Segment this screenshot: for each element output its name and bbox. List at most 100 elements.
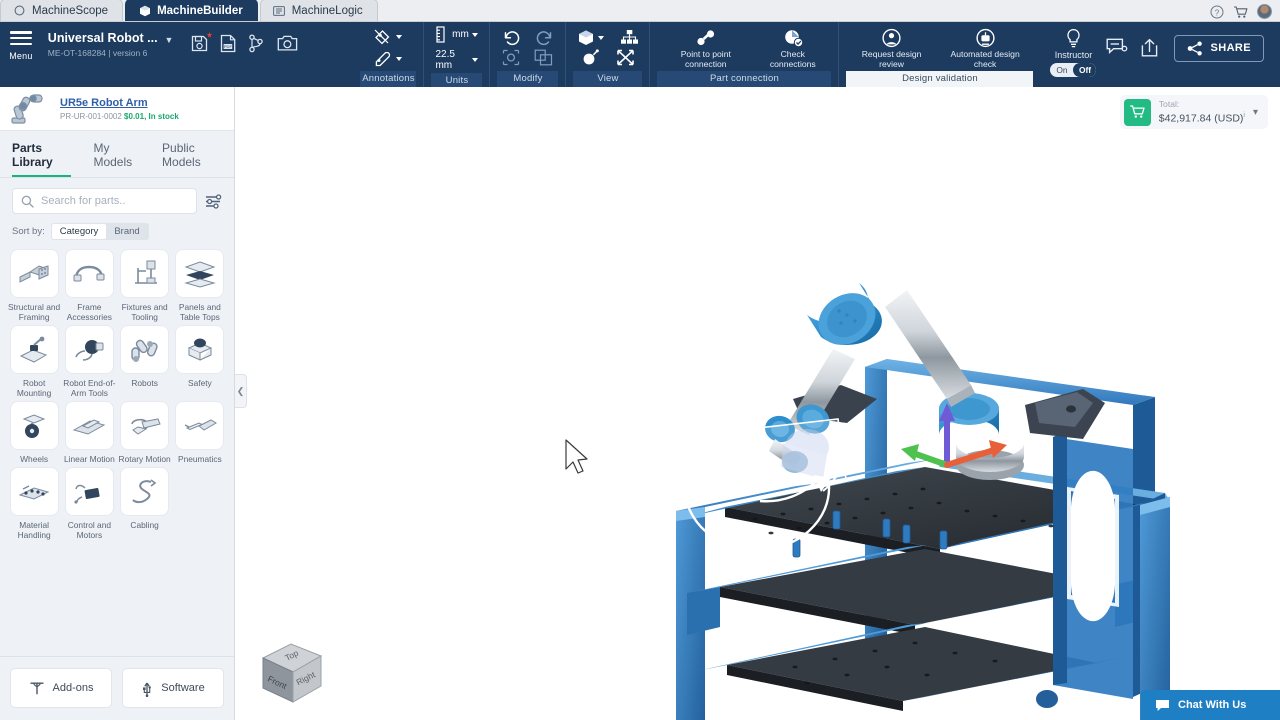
category-robot-end-of-arm-tools[interactable]: Robot End-of-Arm Tools: [63, 326, 115, 398]
menu-button[interactable]: Menu: [0, 22, 42, 61]
cart-icon[interactable]: [1233, 4, 1248, 19]
category-label: Structural and Framing: [8, 302, 61, 322]
lightbulb-icon: [1064, 28, 1083, 49]
request-design-review-button[interactable]: Request design review: [846, 25, 936, 69]
selected-part-stock: In stock: [148, 112, 179, 121]
ribbon-group-modify: Modify: [489, 22, 565, 87]
check-connections-button[interactable]: Check connections: [754, 25, 831, 69]
view-cube[interactable]: Top Front Right: [245, 630, 335, 710]
category-safety[interactable]: Safety: [174, 326, 226, 398]
3d-viewport[interactable]: Total: $42,917.84 (USD)i ▾ Top Front Rig…: [235, 87, 1280, 720]
annotation-tag-button[interactable]: [370, 27, 406, 48]
grid-size-value: 22.5 mm: [435, 49, 455, 71]
sort-option-brand[interactable]: Brand: [106, 224, 147, 239]
explode-view-button[interactable]: [581, 49, 600, 66]
category-fixtures-and-tooling[interactable]: Fixtures and Tooling: [119, 250, 171, 322]
upload-icon[interactable]: [1140, 38, 1160, 58]
category-robots[interactable]: Robots: [119, 326, 171, 398]
assembly-tree-button[interactable]: [620, 29, 639, 46]
chat-with-us-button[interactable]: Chat With Us: [1141, 690, 1280, 720]
duplicate-button[interactable]: [534, 49, 553, 66]
export-pdf-icon[interactable]: PDF: [219, 34, 239, 54]
robots-icon: [121, 326, 169, 373]
filter-sliders-icon[interactable]: [205, 193, 222, 210]
chevron-down-icon[interactable]: ▼: [165, 35, 174, 45]
chevron-down-icon[interactable]: ▾: [1253, 107, 1258, 118]
category-structural-and-framing[interactable]: Structural and Framing: [8, 250, 60, 322]
tab-machinescope[interactable]: MachineScope: [0, 0, 124, 21]
share-button[interactable]: SHARE: [1174, 34, 1264, 62]
category-robot-mounting[interactable]: Robot Mounting: [8, 326, 60, 398]
tab-machinelogic[interactable]: MachineLogic: [259, 0, 378, 21]
category-rotary-motion[interactable]: Rotary Motion: [119, 402, 171, 464]
undo-button[interactable]: [503, 30, 521, 46]
selected-part-card[interactable]: UR5e Robot Arm PR-UR-001-0002 $0.01, In …: [0, 87, 234, 131]
cart-total-bar[interactable]: Total: $42,917.84 (USD)i ▾: [1119, 95, 1268, 129]
move-part-button[interactable]: [502, 49, 520, 66]
screenshot-camera-icon[interactable]: [277, 34, 298, 54]
panel-collapse-handle[interactable]: ❮: [235, 374, 247, 408]
addons-icon: [29, 680, 45, 696]
category-label: Panels and Table Tops: [178, 302, 221, 322]
automated-design-check-button[interactable]: Automated design check: [937, 25, 1034, 69]
category-wheels[interactable]: Wheels: [8, 402, 60, 464]
toggle-on-label[interactable]: On: [1050, 65, 1073, 75]
ruler-icon: [436, 26, 449, 43]
button-label: Automated design check: [950, 49, 1020, 69]
toggle-off-label[interactable]: Off: [1073, 63, 1097, 77]
category-panels-and-table-tops[interactable]: Panels and Table Tops: [174, 250, 226, 322]
sort-option-category[interactable]: Category: [51, 224, 107, 239]
tab-machinebuilder[interactable]: MachineBuilder: [125, 0, 258, 21]
point-to-point-connection-button[interactable]: Point to point connection: [657, 25, 754, 69]
sort-segmented-control: Category Brand: [50, 223, 149, 240]
ribbon-group-units: mm 22.5 mm Units: [423, 22, 489, 89]
check-connections-icon: [782, 28, 804, 48]
save-icon[interactable]: [190, 32, 213, 54]
info-icon[interactable]: i: [1243, 112, 1245, 119]
parts-panel: UR5e Robot Arm PR-UR-001-0002 $0.01, In …: [0, 87, 235, 720]
selected-part-name[interactable]: UR5e Robot Arm: [60, 96, 179, 110]
panel-footer: Add-ons Software: [0, 656, 234, 720]
ribbon-right-actions: SHARE: [1106, 22, 1280, 74]
grid-size-button[interactable]: 22.5 mm: [431, 47, 482, 73]
addons-button[interactable]: Add-ons: [10, 668, 112, 708]
instructor-toggle[interactable]: On Off: [1050, 63, 1097, 77]
fit-to-screen-button[interactable]: [616, 49, 635, 66]
group-label-design-validation: Design validation: [846, 71, 1034, 87]
search-input[interactable]: [41, 195, 188, 207]
document-meta: ME-OT-168284 | version 6: [47, 48, 148, 58]
avatar[interactable]: [1257, 4, 1272, 19]
tab-parts-library[interactable]: Parts Library: [12, 141, 72, 177]
group-label-annotations: Annotations: [360, 71, 417, 87]
software-button[interactable]: Software: [122, 668, 224, 708]
category-control-and-motors[interactable]: Control and Motors: [63, 468, 115, 540]
view-cube-button[interactable]: [577, 29, 604, 46]
search-row: [0, 178, 234, 214]
tab-my-models[interactable]: My Models: [93, 141, 140, 177]
document-block: Universal Robot ... ME-OT-168284 | versi…: [42, 22, 298, 60]
automated-check-icon: [975, 28, 996, 48]
search-box[interactable]: [12, 188, 197, 214]
category-label: Robot Mounting: [16, 378, 52, 398]
version-branch-icon[interactable]: [248, 34, 268, 54]
category-frame-accessories[interactable]: Frame Accessories: [63, 250, 115, 322]
tab-public-models[interactable]: Public Models: [162, 141, 222, 177]
category-label: Material Handling: [17, 520, 51, 540]
category-cabling[interactable]: Cabling: [119, 468, 171, 540]
3d-scene[interactable]: [235, 87, 1280, 720]
unit-system-button[interactable]: mm: [432, 24, 482, 45]
safety-icon: [176, 326, 224, 373]
comment-icon[interactable]: [1106, 38, 1128, 58]
category-material-handling[interactable]: Material Handling: [8, 468, 60, 540]
category-label: Control and Motors: [67, 520, 112, 540]
help-icon[interactable]: ?: [1209, 4, 1224, 19]
chat-bubble-icon: [1155, 699, 1170, 712]
category-label: Safety: [188, 378, 212, 388]
category-pneumatics[interactable]: Pneumatics: [174, 402, 226, 464]
annotation-pen-button[interactable]: [370, 50, 406, 69]
redo-button[interactable]: [535, 30, 553, 46]
chevron-down-icon: [396, 35, 403, 39]
ribbon-group-design-validation: Request design review Automated design c…: [838, 22, 1040, 87]
ribbon-groups: Annotations mm 22.5 mm Units Modify View…: [353, 22, 1106, 89]
category-linear-motion[interactable]: Linear Motion: [63, 402, 115, 464]
